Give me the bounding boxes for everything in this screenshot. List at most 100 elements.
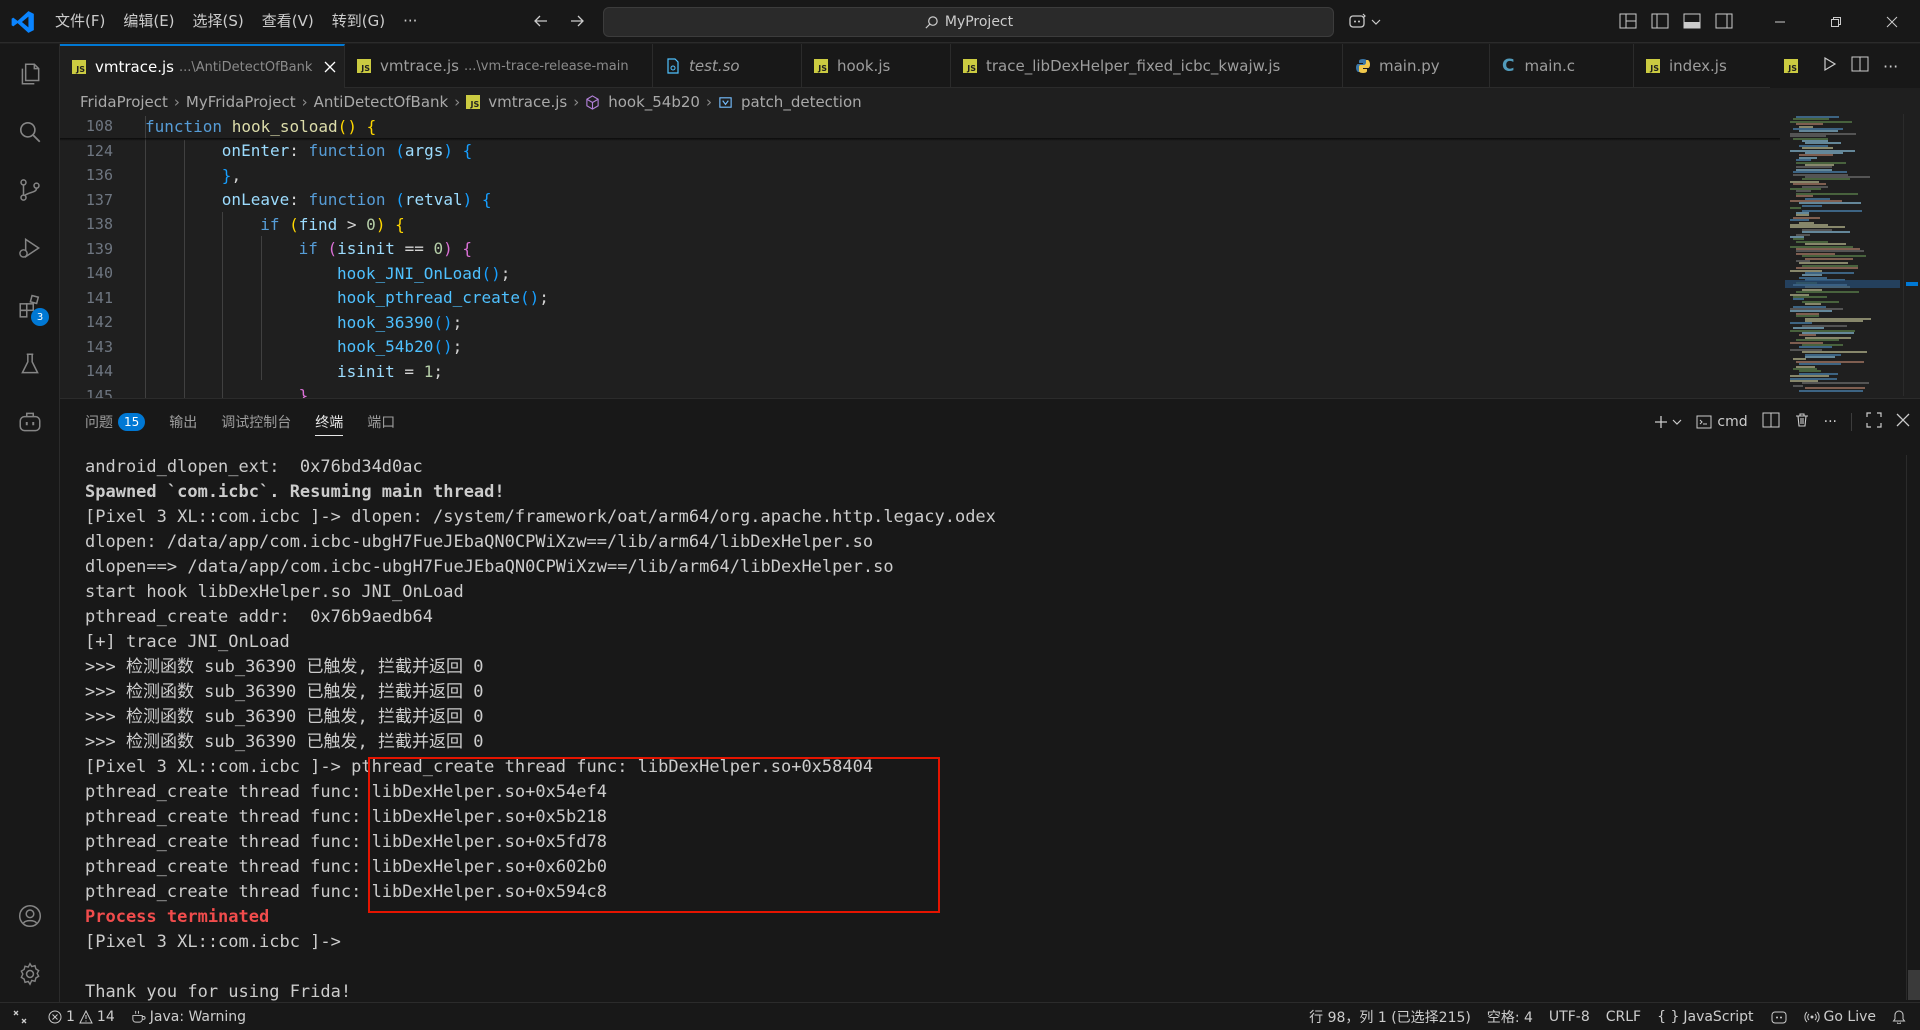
close-icon[interactable] xyxy=(322,59,338,75)
tab-vmtrace-js-antidetect[interactable]: JS vmtrace.js ...\AntiDetectOfBank xyxy=(60,44,345,88)
explorer-icon[interactable] xyxy=(0,48,60,100)
tab-index-js[interactable]: JS index.js xyxy=(1634,44,1780,88)
tab-problems[interactable]: 问题 15 xyxy=(85,399,146,445)
menu-go[interactable]: 转到(G) xyxy=(323,0,394,43)
tab-vmtrace-js-vmtrace[interactable]: JS vmtrace.js ...\vm-trace-release-main xyxy=(345,44,653,88)
terminal-line: pthread_create thread func: libDexHelper… xyxy=(85,882,607,902)
terminal-shell-selector[interactable]: cmd xyxy=(1696,414,1748,430)
terminal-line: >>> 检测函数 sub_36390 已触发, 拦截并返回 0 xyxy=(85,682,484,702)
go-live-button[interactable]: Go Live xyxy=(1796,1003,1884,1030)
code-token: hook_soload xyxy=(231,116,338,136)
breadcrumb-item[interactable]: vmtrace.js xyxy=(488,93,567,111)
terminal-output[interactable]: android_dlopen_ext: 0x76bd34d0ac Spawned … xyxy=(85,455,1885,1005)
minimap[interactable] xyxy=(1785,114,1900,396)
close-panel-icon[interactable] xyxy=(1896,413,1910,431)
more-actions-icon[interactable]: ··· xyxy=(1824,414,1837,430)
source-control-icon[interactable] xyxy=(0,164,60,216)
account-icon[interactable] xyxy=(0,890,60,942)
code-token: if xyxy=(260,214,290,234)
remote-indicator-icon[interactable] xyxy=(0,1003,40,1030)
tab-ports[interactable]: 端口 xyxy=(367,399,395,445)
customize-layout-icon[interactable] xyxy=(1618,11,1638,31)
run-file-icon[interactable] xyxy=(1821,56,1837,76)
tab-trace-libdexhelper[interactable]: JS trace_libDexHelper_fixed_icbc_kwajw.j… xyxy=(951,44,1343,88)
scrollbar-thumb[interactable] xyxy=(1906,282,1918,286)
menu-selection[interactable]: 选择(S) xyxy=(184,0,253,43)
tab-problems-label: 问题 xyxy=(85,415,113,431)
tab-terminal[interactable]: 终端 xyxy=(315,399,344,445)
menu-view[interactable]: 查看(V) xyxy=(253,0,323,43)
new-terminal-icon[interactable] xyxy=(1654,415,1682,429)
copilot-icon xyxy=(1349,13,1366,28)
editor-scrollbar[interactable] xyxy=(1903,114,1918,396)
testing-icon[interactable] xyxy=(0,338,60,390)
menu-file[interactable]: 文件(F) xyxy=(46,0,114,43)
breadcrumb-item[interactable]: hook_54b20 xyxy=(608,93,700,111)
code-editor[interactable]: 108 function hook_soload() {124 onEnter: f… xyxy=(60,114,1920,405)
run-debug-icon[interactable] xyxy=(0,222,60,274)
toggle-secondary-sidebar-icon[interactable] xyxy=(1714,11,1734,31)
scrollbar-thumb[interactable] xyxy=(1908,970,1920,1000)
terminal-line: start hook libDexHelper.so JNI_OnLoad xyxy=(85,582,464,602)
split-editor-icon[interactable] xyxy=(1851,56,1869,76)
tab-test-so[interactable]: test.so xyxy=(653,44,802,88)
breadcrumb-item[interactable]: AntiDetectOfBank xyxy=(314,93,449,111)
terminal-line: >>> 检测函数 sub_36390 已触发, 拦截并返回 0 xyxy=(85,657,484,677)
java-status-label: Java: Warning xyxy=(149,1008,247,1025)
notifications-bell-icon[interactable] xyxy=(1884,1003,1914,1030)
command-center-search[interactable]: MyProject xyxy=(603,7,1334,37)
extensions-icon[interactable]: 3 xyxy=(0,280,60,332)
minimap-line xyxy=(1802,382,1869,385)
terminal-line: pthread_create thread func: libDexHelper… xyxy=(85,857,607,877)
toggle-primary-sidebar-icon[interactable] xyxy=(1650,11,1670,31)
indentation[interactable]: 空格: 4 xyxy=(1479,1003,1541,1030)
code-token: ; xyxy=(452,312,463,332)
split-terminal-icon[interactable] xyxy=(1762,412,1780,432)
breadcrumb-item[interactable]: MyFridaProject xyxy=(186,93,296,111)
copilot-status-icon[interactable] xyxy=(1762,1003,1796,1030)
language-mode[interactable]: { } JavaScript xyxy=(1649,1003,1761,1030)
menu-edit[interactable]: 编辑(E) xyxy=(114,0,183,43)
breadcrumb-item[interactable]: patch_detection xyxy=(741,93,862,111)
menu-more[interactable]: ··· xyxy=(394,0,426,43)
code-token: 0 xyxy=(366,214,376,234)
line-number: 136 xyxy=(85,166,113,184)
breadcrumb-item[interactable]: FridaProject xyxy=(80,93,168,111)
copilot-menu[interactable] xyxy=(1348,11,1388,33)
search-view-icon[interactable] xyxy=(0,106,60,158)
toggle-panel-icon[interactable] xyxy=(1682,11,1702,31)
tab-debug-console[interactable]: 调试控制台 xyxy=(221,399,291,445)
maximize-panel-icon[interactable] xyxy=(1866,412,1882,432)
minimize-button[interactable] xyxy=(1752,0,1808,43)
close-window-button[interactable] xyxy=(1864,0,1920,43)
warning-icon xyxy=(79,1009,93,1023)
back-arrow-icon[interactable] xyxy=(530,10,552,32)
code-token: , xyxy=(231,165,242,185)
code-token: { xyxy=(462,239,473,258)
annotation-highlight-box xyxy=(368,757,940,913)
code-token: onEnter xyxy=(221,141,290,160)
code-token: > xyxy=(337,214,367,234)
tab-hook-js[interactable]: JS hook.js xyxy=(802,44,951,88)
java-status[interactable]: Java: Warning xyxy=(123,1003,254,1030)
tab-main-c[interactable]: C main.c xyxy=(1490,44,1634,88)
end-of-line[interactable]: CRLF xyxy=(1598,1003,1649,1030)
kill-terminal-trash-icon[interactable] xyxy=(1794,412,1810,432)
manage-gear-icon[interactable] xyxy=(0,948,60,1000)
more-actions-icon[interactable]: ··· xyxy=(1883,57,1898,76)
problems-status[interactable]: 1 14 xyxy=(40,1003,123,1030)
terminal-line: android_dlopen_ext: 0x76bd34d0ac xyxy=(85,457,423,477)
copilot-chat-icon[interactable] xyxy=(0,396,60,448)
tab-output[interactable]: 输出 xyxy=(169,399,197,445)
terminal-scrollbar[interactable] xyxy=(1906,455,1920,1000)
restore-button[interactable] xyxy=(1808,0,1864,43)
code-token: ) xyxy=(347,116,357,136)
forward-arrow-icon[interactable] xyxy=(566,10,588,32)
vscode-logo-icon xyxy=(11,11,34,33)
tab-main-py[interactable]: main.py xyxy=(1343,44,1490,88)
indent-guide xyxy=(222,212,224,404)
cursor-position[interactable]: 行 98，列 1 (已选择215) xyxy=(1301,1003,1479,1030)
encoding[interactable]: UTF-8 xyxy=(1541,1003,1598,1030)
